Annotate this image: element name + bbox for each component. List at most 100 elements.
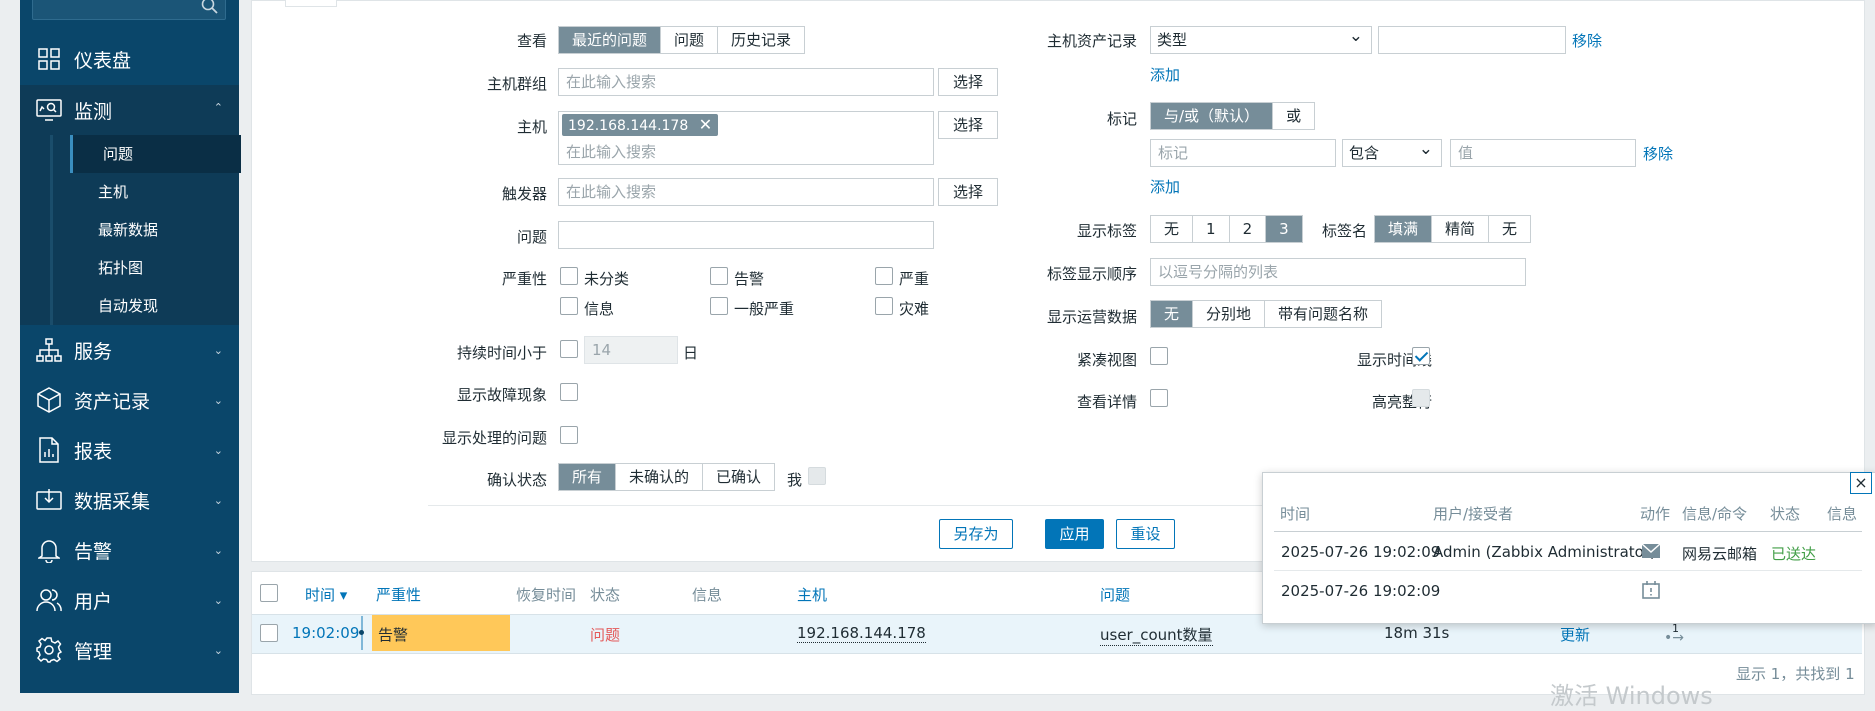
triggers-select-button[interactable]: 选择 xyxy=(938,178,998,206)
inventory-add-link[interactable]: 添加 xyxy=(1150,64,1180,85)
severity-not-classified-label: 未分类 xyxy=(584,270,630,288)
tags-mode-or[interactable]: 或 xyxy=(1272,103,1314,129)
data-collection-icon xyxy=(36,487,62,513)
severity-warning-checkbox[interactable] xyxy=(710,267,728,285)
sidebar-item-monitoring[interactable]: 监测 ⌃ xyxy=(20,85,239,135)
tag-name-label: 标签名 xyxy=(1322,222,1368,240)
severity-high-label: 严重 xyxy=(899,270,930,288)
column-header-time[interactable]: 时间 ▾ xyxy=(305,584,347,605)
tags-mode-and-or[interactable]: 与/或（默认） xyxy=(1151,103,1273,129)
save-as-button[interactable]: 另存为 xyxy=(939,519,1013,549)
show-label: 查看 xyxy=(516,32,547,50)
submenu-item-maps[interactable]: 拓扑图 xyxy=(68,249,239,287)
ack-option-unacknowledged[interactable]: 未确认的 xyxy=(615,464,702,490)
host-chip-label: 192.168.144.178 xyxy=(568,118,689,134)
sidebar-item-administration[interactable]: 管理 ⌄ xyxy=(20,626,239,674)
tag-value-input[interactable]: 值 xyxy=(1450,139,1636,167)
remove-chip-icon[interactable]: ✕ xyxy=(699,115,712,134)
tag-priority-input[interactable]: 以逗号分隔的列表 xyxy=(1150,258,1526,286)
tag-name-full[interactable]: 填满 xyxy=(1375,216,1432,242)
problem-input[interactable] xyxy=(558,221,934,249)
dashboard-icon xyxy=(36,46,62,72)
hosts-label: 主机 xyxy=(516,118,547,136)
severity-high-checkbox[interactable] xyxy=(875,267,893,285)
timeline-dot xyxy=(359,630,364,635)
tag-operator-select[interactable]: 包含 xyxy=(1342,136,1442,167)
column-header-severity[interactable]: 严重性 xyxy=(376,584,421,605)
opdata-separately[interactable]: 分别地 xyxy=(1192,301,1264,327)
triggers-input[interactable]: 在此输入搜索 xyxy=(558,178,934,206)
details-checkbox[interactable] xyxy=(1150,389,1168,407)
envelope-icon xyxy=(1641,543,1661,563)
inventory-value-input[interactable] xyxy=(1378,26,1566,54)
inventory-remove-link[interactable]: 移除 xyxy=(1572,30,1602,51)
update-link[interactable]: 更新 xyxy=(1560,624,1590,645)
hosts-select-button[interactable]: 选择 xyxy=(938,111,998,139)
column-header-problem[interactable]: 问题 xyxy=(1100,584,1130,605)
search-icon[interactable] xyxy=(201,0,219,19)
sidebar: 仪表盘 监测 ⌃ 问题 主机 最新数据 拓扑图 自动发现 服务 ⌄ 资产记录 ⌄… xyxy=(20,0,241,693)
filter-tab[interactable] xyxy=(285,0,337,7)
sidebar-search-input[interactable] xyxy=(32,0,226,20)
show-option-problems[interactable]: 问题 xyxy=(660,27,717,53)
tag-remove-link[interactable]: 移除 xyxy=(1643,143,1673,164)
severity-disaster-checkbox[interactable] xyxy=(875,297,893,315)
show-timeline-checkbox[interactable] xyxy=(1412,347,1430,365)
chevron-down-icon: ⌄ xyxy=(213,394,223,407)
reports-icon xyxy=(36,437,62,463)
show-option-history[interactable]: 历史记录 xyxy=(717,27,804,53)
show-symptoms-checkbox[interactable] xyxy=(560,383,578,401)
inventory-label: 主机资产记录 xyxy=(1046,32,1137,50)
show-tags-1[interactable]: 1 xyxy=(1192,216,1229,242)
sidebar-item-data-collection[interactable]: 数据采集 ⌄ xyxy=(20,476,239,524)
submenu-item-hosts[interactable]: 主机 xyxy=(68,173,239,211)
duration-value: 18m 31s xyxy=(1384,624,1450,642)
sidebar-item-reports[interactable]: 报表 ⌄ xyxy=(20,426,239,474)
row-checkbox[interactable] xyxy=(260,624,278,642)
severity-information-checkbox[interactable] xyxy=(560,297,578,315)
reset-button[interactable]: 重设 xyxy=(1116,519,1175,549)
tag-name-none[interactable]: 无 xyxy=(1488,216,1530,242)
select-all-checkbox[interactable] xyxy=(260,584,278,602)
chevron-down-icon: ⌄ xyxy=(213,544,223,557)
administration-icon xyxy=(36,637,62,663)
sidebar-item-label: 报表 xyxy=(74,440,113,463)
tag-add-link[interactable]: 添加 xyxy=(1150,176,1180,197)
severity-not-classified-checkbox[interactable] xyxy=(560,267,578,285)
submenu-item-problems[interactable]: 问题 xyxy=(70,135,241,173)
severity-average-checkbox[interactable] xyxy=(710,297,728,315)
row-time-link[interactable]: 19:02:09 xyxy=(292,624,359,642)
sidebar-item-alerts[interactable]: 告警 ⌄ xyxy=(20,526,239,574)
tag-name-input[interactable]: 标记 xyxy=(1150,139,1336,167)
column-header-host[interactable]: 主机 xyxy=(797,584,827,605)
show-tags-3[interactable]: 3 xyxy=(1265,216,1302,242)
compact-view-checkbox[interactable] xyxy=(1150,347,1168,365)
host-groups-select-button[interactable]: 选择 xyxy=(938,68,998,96)
inventory-field-select[interactable]: 类型 xyxy=(1150,23,1372,54)
close-icon[interactable]: × xyxy=(1850,472,1872,494)
calendar-alert-icon xyxy=(1641,580,1661,604)
ack-option-acknowledged[interactable]: 已确认 xyxy=(702,464,774,490)
show-option-recent[interactable]: 最近的问题 xyxy=(559,27,661,53)
sidebar-item-users[interactable]: 用户 ⌄ xyxy=(20,576,239,624)
show-tags-2[interactable]: 2 xyxy=(1228,216,1266,242)
host-groups-input[interactable]: 在此输入搜索 xyxy=(558,68,934,96)
show-tags-none[interactable]: 无 xyxy=(1151,216,1192,242)
opdata-with-problem-name[interactable]: 带有问题名称 xyxy=(1264,301,1381,327)
sidebar-item-dashboard[interactable]: 仪表盘 xyxy=(20,35,239,83)
apply-button[interactable]: 应用 xyxy=(1045,519,1104,549)
age-checkbox[interactable] xyxy=(560,340,578,358)
tag-name-short[interactable]: 精简 xyxy=(1431,216,1488,242)
tag-priority-label: 标签显示顺序 xyxy=(1046,265,1137,283)
show-suppressed-checkbox[interactable] xyxy=(560,426,578,444)
ack-option-all[interactable]: 所有 xyxy=(559,464,616,490)
problem-link[interactable]: user_count数量 xyxy=(1100,624,1213,646)
submenu-item-discovery[interactable]: 自动发现 xyxy=(68,287,239,325)
opdata-none[interactable]: 无 xyxy=(1151,301,1193,327)
host-link[interactable]: 192.168.144.178 xyxy=(797,624,926,643)
actions-arrow-icon[interactable]: •→ xyxy=(1664,630,1684,646)
sidebar-item-inventory[interactable]: 资产记录 ⌄ xyxy=(20,376,239,424)
sidebar-item-services[interactable]: 服务 ⌄ xyxy=(20,326,239,374)
submenu-item-latest-data[interactable]: 最新数据 xyxy=(68,211,239,249)
popup-row-time: 2025-07-26 19:02:09 xyxy=(1281,582,1441,600)
